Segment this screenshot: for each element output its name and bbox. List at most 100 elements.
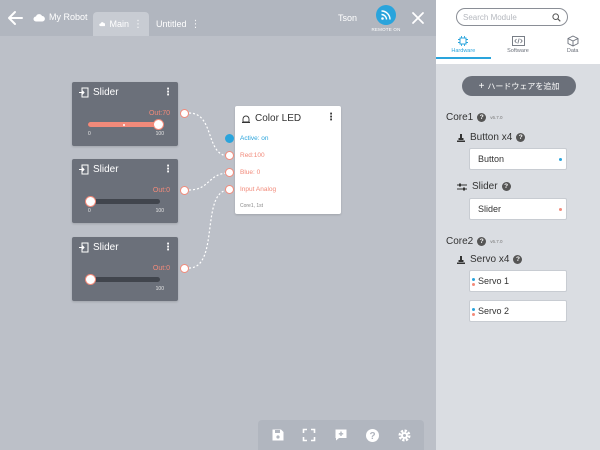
module-item-servo-2[interactable]: Servo 2 bbox=[469, 300, 567, 322]
tab-menu-icon[interactable]: ⋮ bbox=[133, 19, 143, 30]
slider-icon bbox=[457, 183, 467, 190]
add-hardware-label: ハードウェアを追加 bbox=[487, 81, 560, 91]
help-icon[interactable]: ? bbox=[364, 426, 382, 444]
node-menu-icon[interactable]: ⋮ bbox=[326, 112, 336, 123]
group-title-button: Button x4 ? bbox=[456, 132, 526, 143]
port-dot bbox=[472, 313, 475, 316]
chip-icon bbox=[436, 34, 491, 48]
input-port-blue[interactable] bbox=[225, 168, 234, 177]
user-name: Tson bbox=[338, 13, 358, 23]
port-dot bbox=[559, 158, 562, 161]
input-icon bbox=[79, 87, 89, 98]
output-port[interactable] bbox=[180, 186, 189, 195]
port-dot bbox=[472, 283, 475, 286]
flow-canvas[interactable]: Slider ⋮ Out:70 0 100 Slider ⋮ Out:0 0 1… bbox=[0, 36, 436, 450]
plus-icon: + bbox=[478, 80, 485, 92]
port-dot bbox=[559, 208, 562, 211]
slider-node-2[interactable]: Slider ⋮ Out:0 0 100 bbox=[72, 159, 178, 223]
module-item-button[interactable]: Button bbox=[469, 148, 567, 170]
core-title-core1: Core1 ? v6.7.0 bbox=[446, 112, 503, 123]
cloud-icon bbox=[99, 22, 106, 27]
slider-node-3[interactable]: Slider ⋮ Out:0 100 bbox=[72, 237, 178, 301]
slider-knob[interactable] bbox=[85, 274, 96, 285]
slider-min: 0 bbox=[88, 131, 91, 137]
bottom-toolbar: ? bbox=[258, 420, 424, 450]
add-hardware-button[interactable]: + ハードウェアを追加 bbox=[462, 76, 576, 96]
save-icon[interactable] bbox=[269, 426, 287, 444]
settings-gear-icon[interactable] bbox=[395, 426, 413, 444]
tab-hardware[interactable]: Hardware bbox=[436, 34, 491, 59]
top-bar: My Robot Main ⋮ Untitled ⋮ Tson REMOTE O… bbox=[0, 0, 436, 36]
slider-knob[interactable] bbox=[153, 119, 164, 130]
tab-label: Hardware bbox=[451, 48, 476, 54]
button-icon bbox=[457, 133, 465, 142]
led-port-label-red: Red:100 bbox=[240, 152, 265, 159]
tab-label: Main bbox=[109, 19, 129, 29]
svg-text:?: ? bbox=[370, 431, 376, 442]
input-port-analog[interactable] bbox=[225, 185, 234, 194]
slider-node-1[interactable]: Slider ⋮ Out:70 0 100 bbox=[72, 82, 178, 146]
search-module-input[interactable]: Search Module bbox=[456, 8, 568, 26]
remote-label: REMOTE ON bbox=[371, 27, 401, 32]
node-output-label: Out:0 bbox=[152, 265, 170, 272]
tab-data[interactable]: Data bbox=[545, 34, 600, 59]
add-comment-icon[interactable] bbox=[332, 426, 350, 444]
search-icon bbox=[552, 12, 561, 22]
help-icon[interactable]: ? bbox=[501, 182, 511, 191]
slider-max: 100 bbox=[155, 208, 164, 214]
node-title: Slider bbox=[93, 242, 119, 253]
slider-track[interactable] bbox=[85, 274, 160, 285]
module-item-servo-1[interactable]: Servo 1 bbox=[469, 270, 567, 292]
node-title: Slider bbox=[93, 87, 119, 98]
slider-marker bbox=[123, 123, 125, 126]
item-label: Servo 1 bbox=[478, 276, 510, 286]
core-title-core2: Core2 ? v6.7.0 bbox=[446, 236, 503, 247]
group-name: Slider bbox=[472, 181, 498, 192]
node-output-label: Out:0 bbox=[152, 187, 170, 194]
bell-icon bbox=[242, 115, 250, 123]
project-title[interactable]: My Robot bbox=[33, 12, 88, 22]
remote-toggle[interactable]: REMOTE ON bbox=[370, 5, 402, 32]
help-icon[interactable]: ? bbox=[477, 113, 487, 122]
cube-icon bbox=[545, 34, 600, 48]
connection-wires bbox=[188, 112, 230, 269]
module-item-slider[interactable]: Slider bbox=[469, 198, 567, 220]
help-icon[interactable]: ? bbox=[477, 237, 487, 246]
output-port[interactable] bbox=[180, 264, 189, 273]
node-menu-icon[interactable]: ⋮ bbox=[163, 87, 173, 98]
tab-untitled[interactable]: Untitled ⋮ bbox=[150, 12, 206, 36]
port-dot bbox=[472, 278, 475, 281]
tab-main[interactable]: Main ⋮ bbox=[93, 12, 149, 36]
slider-track[interactable] bbox=[85, 196, 160, 207]
group-name: Button x4 bbox=[470, 132, 513, 143]
input-port-red[interactable] bbox=[225, 151, 234, 160]
tab-label: Software bbox=[507, 48, 529, 54]
help-icon[interactable]: ? bbox=[516, 133, 526, 142]
output-port[interactable] bbox=[180, 109, 189, 118]
color-led-node[interactable]: Color LED ⋮ Active: on Red:100 Blue: 0 I… bbox=[235, 106, 341, 214]
node-title: Slider bbox=[93, 164, 119, 175]
led-port-label-blue: Blue: 0 bbox=[240, 169, 261, 176]
fit-screen-icon[interactable] bbox=[300, 426, 318, 444]
input-port-active[interactable] bbox=[225, 134, 234, 143]
group-title-slider: Slider ? bbox=[456, 181, 511, 192]
port-dot bbox=[472, 308, 475, 311]
input-icon bbox=[79, 242, 89, 253]
slider-track[interactable] bbox=[88, 119, 164, 130]
tab-label: Data bbox=[566, 48, 579, 54]
item-label: Button bbox=[478, 154, 505, 164]
code-icon bbox=[491, 34, 546, 48]
back-arrow-icon[interactable] bbox=[6, 8, 26, 28]
tab-software[interactable]: Software bbox=[491, 34, 546, 59]
slider-knob[interactable] bbox=[85, 196, 96, 207]
core-name: Core1 bbox=[446, 112, 474, 123]
node-menu-icon[interactable]: ⋮ bbox=[163, 164, 173, 175]
tab-menu-icon[interactable]: ⋮ bbox=[191, 19, 201, 30]
close-icon[interactable] bbox=[410, 10, 426, 26]
cloud-icon bbox=[33, 13, 45, 21]
help-icon[interactable]: ? bbox=[513, 255, 523, 264]
wire-slider2-blue bbox=[188, 172, 230, 191]
wire-slider1-red bbox=[188, 112, 230, 157]
node-menu-icon[interactable]: ⋮ bbox=[163, 242, 173, 253]
item-label: Slider bbox=[478, 204, 502, 214]
